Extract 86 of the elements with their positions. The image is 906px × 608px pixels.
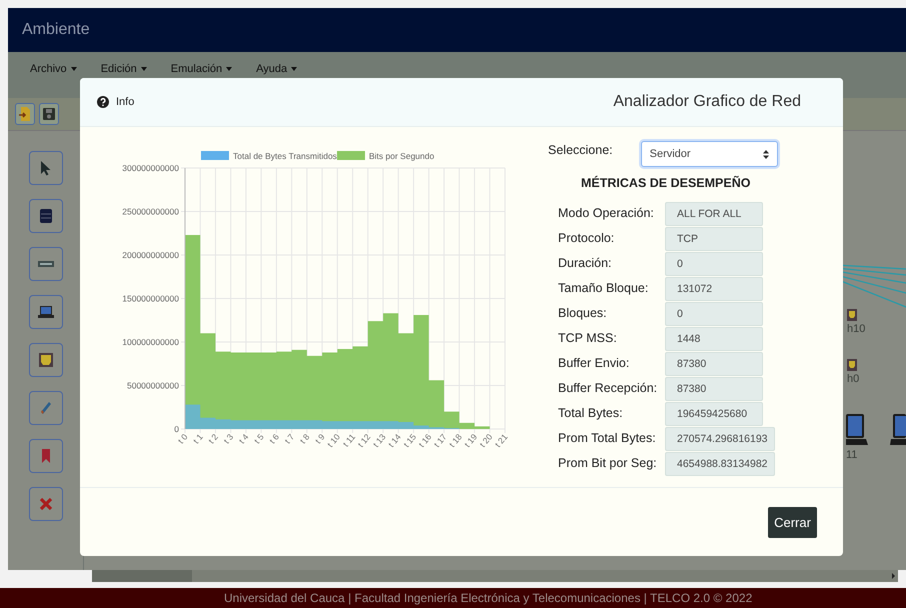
metric-label: Total Bytes: (558, 406, 624, 420)
axis-tick-label: t 17 (432, 432, 449, 450)
axis-tick-label: t 9 (312, 432, 327, 446)
axis-tick-label: t 10 (325, 432, 342, 450)
laptop-icon[interactable] (890, 413, 906, 447)
help-icon (97, 96, 109, 108)
menu-item[interactable]: Ayuda (256, 63, 298, 75)
sort-caret-icon (763, 150, 769, 158)
menu-item[interactable]: Emulación (170, 63, 232, 75)
axis-tick-label: t 3 (222, 432, 236, 446)
axis-tick-label: 250000000000 (122, 206, 179, 216)
dialog-title: Analizador Grafico de Red (613, 93, 801, 111)
app-title: Ambiente (22, 21, 90, 39)
metric-label: Prom Bit por Seg: (558, 456, 658, 470)
axis-tick-label: 200000000000 (122, 250, 179, 260)
metric-label: Duración: (558, 256, 612, 270)
metric-value-field: 4654988.83134982 (665, 452, 775, 476)
import-icon[interactable] (15, 103, 35, 125)
save-icon[interactable] (39, 103, 59, 125)
metric-label: Bloques: (558, 306, 608, 320)
metric-value-field: 87380 (665, 376, 763, 400)
metric-value-field: 0 (665, 302, 763, 326)
horizontal-scrollbar[interactable] (92, 570, 898, 582)
metric-value-field: 87380 (665, 352, 763, 376)
axis-tick-label: t 7 (282, 432, 296, 446)
axis-tick-label: t 4 (236, 432, 250, 446)
metric-label: Modo Operación: (558, 206, 655, 220)
axis-tick-label: t 19 (462, 432, 480, 450)
pointer-icon[interactable] (28, 151, 62, 185)
axis-tick-label: t 5 (252, 432, 266, 446)
laptop-icon[interactable] (846, 413, 868, 447)
axis-tick-label: t 0 (176, 432, 190, 446)
network-port-icon[interactable] (28, 343, 62, 377)
caret-icon (140, 67, 147, 71)
metric-label: Buffer Envio: (558, 356, 630, 370)
server-dropdown[interactable]: Servidor (640, 141, 778, 167)
axis-tick-label: 150000000000 (122, 294, 179, 304)
axis-tick-label: t 18 (447, 432, 464, 450)
metric-value-field: 131072 (665, 276, 763, 300)
axis-tick-label: 300000000000 (122, 163, 179, 173)
metric-value-field: 196459425680 (665, 402, 763, 426)
node-label: h0 (847, 373, 860, 385)
node-label: 11 (846, 449, 858, 461)
axis-tick-label: 50000000000 (126, 380, 179, 390)
legend-label: Bits por Segundo (369, 151, 434, 161)
axis-tick-label: 0 (174, 424, 179, 434)
caret-icon (291, 67, 298, 71)
footer-text: Universidad del Cauca | Facultad Ingeniería Electrónica y Telecomunicaciones | TELCO 2.0 © 2022 (224, 591, 752, 605)
axis-tick-label: t 6 (267, 432, 281, 446)
metric-label: Tamaño Bloque: (558, 280, 650, 294)
section-heading: MÉTRICAS DE DESEMPEÑO (581, 176, 752, 190)
axis-tick-label: t 2 (206, 432, 220, 446)
legend-label: Total de Bytes Transmitidos (233, 151, 337, 161)
metric-label: TCP MSS: (558, 330, 618, 344)
axis-tick-label: t 21 (492, 432, 510, 450)
metric-value-field: 1448 (665, 326, 763, 350)
axis-tick-label: t 14 (386, 432, 403, 450)
axis-tick-label: t 15 (401, 432, 418, 450)
caret-icon (70, 67, 77, 71)
metric-label: Protocolo: (558, 230, 616, 244)
menu-item[interactable]: Edición (100, 63, 147, 75)
node-label: h10 (847, 323, 866, 335)
axis-tick-label: t 12 (356, 432, 372, 450)
host-icon[interactable] (847, 309, 857, 321)
select-label: Seleccione: (548, 143, 613, 157)
metric-label: Buffer Recepción: (558, 380, 658, 394)
axis-tick-label: t 13 (370, 432, 388, 450)
host-icon[interactable] (847, 359, 857, 371)
metric-value-field: ALL FOR ALL (665, 202, 763, 226)
metric-value-field: 270574.296816193 (665, 426, 775, 450)
axis-tick-label: t 16 (416, 432, 434, 450)
menu-item[interactable]: Archivo (30, 63, 77, 75)
close-button[interactable]: Cerrar (768, 506, 817, 538)
axis-tick-label: t 8 (298, 432, 312, 446)
axis-tick-label: t 20 (478, 432, 494, 450)
axis-tick-label: 100000000000 (122, 337, 179, 347)
metric-label: Prom Total Bytes: (558, 430, 657, 444)
caret-icon (226, 67, 232, 71)
laptop-icon[interactable] (28, 295, 62, 329)
server-icon[interactable] (28, 199, 62, 233)
metric-value-field: TCP (665, 226, 763, 250)
metric-value-field: 0 (665, 252, 763, 276)
info-label: Info (116, 96, 134, 108)
switch-icon[interactable] (28, 247, 62, 281)
axis-tick-label: t 1 (191, 432, 205, 446)
axis-tick-label: t 11 (340, 432, 358, 449)
